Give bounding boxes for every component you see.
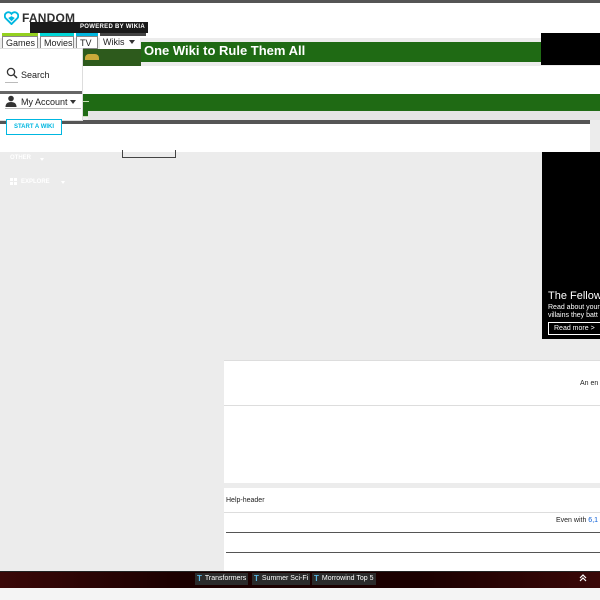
my-account-button[interactable]: My Account <box>21 97 68 107</box>
header-dark-corner <box>541 33 600 65</box>
wiki-t-icon: T <box>254 574 259 583</box>
wiki-title[interactable]: One Wiki to Rule Them All <box>144 43 305 58</box>
divider <box>226 532 600 533</box>
help-header: Help-header <box>226 497 265 504</box>
grid-icon <box>10 178 17 185</box>
header-bottom-strip <box>0 124 590 152</box>
user-icon <box>5 95 17 107</box>
wikis-dropdown-menu <box>0 49 82 120</box>
chevron-down-icon[interactable] <box>70 100 76 104</box>
toolbar-item-label: Transformers <box>204 575 247 582</box>
slider-description: Read about your <box>548 304 600 311</box>
explore-menu[interactable]: EXPLORE <box>21 179 50 185</box>
other-menu[interactable]: OTHER <box>10 155 31 161</box>
chevron-down-icon[interactable] <box>40 158 44 161</box>
search-underline <box>5 82 18 83</box>
divider <box>226 552 600 553</box>
slider-description: villains they batt <box>548 312 598 319</box>
search-input[interactable]: Search <box>21 70 50 80</box>
help-panel <box>224 488 600 578</box>
read-more-button[interactable]: Read more > <box>548 322 600 335</box>
top-border <box>0 0 600 3</box>
tab-games[interactable]: Games <box>2 36 38 49</box>
article-count-text: Even with 6,1 <box>556 517 598 524</box>
article-count-link[interactable]: 6,1 <box>588 517 598 524</box>
tab-movies[interactable]: Movies <box>40 36 74 49</box>
toolbar-item-transformers[interactable]: T Transformers <box>195 573 249 585</box>
search-icon[interactable] <box>6 67 18 79</box>
slider-title[interactable]: The Fellow <box>548 290 600 302</box>
wiki-t-icon: T <box>314 574 319 583</box>
wiki-t-icon: T <box>197 574 202 583</box>
content-top-band <box>82 66 600 94</box>
tab-tv[interactable]: TV <box>76 36 98 49</box>
toolbar-item-label: Summer Sci-Fi <box>261 575 309 582</box>
content-panel <box>224 405 600 483</box>
powered-by-wikia: POWERED BY WIKIA <box>30 22 148 33</box>
account-divider <box>0 91 82 94</box>
chevron-down-icon[interactable] <box>61 181 65 184</box>
toolbar-item-morrowind-top-5[interactable]: T Morrowind Top 5 <box>312 573 376 585</box>
article-count-prefix: Even with <box>556 517 589 524</box>
toolbar-item-label: Morrowind Top 5 <box>321 575 374 582</box>
chevron-down-icon[interactable] <box>129 40 135 44</box>
divider <box>224 512 600 513</box>
content-panel <box>224 360 600 406</box>
wiki-navigation-bar <box>0 94 600 111</box>
account-underline <box>5 108 81 109</box>
toolbar-item-summer-sci-fi[interactable]: T Summer Sci-Fi <box>252 573 311 585</box>
outlined-box <box>122 150 176 158</box>
page-bottom-strip <box>0 588 600 600</box>
header-art-accent <box>85 54 99 60</box>
start-a-wiki-button[interactable]: START A WIKI <box>6 119 62 135</box>
intro-text: An en <box>580 380 599 387</box>
sub-navigation-strip <box>88 111 600 120</box>
fandom-heart-icon <box>4 11 19 25</box>
